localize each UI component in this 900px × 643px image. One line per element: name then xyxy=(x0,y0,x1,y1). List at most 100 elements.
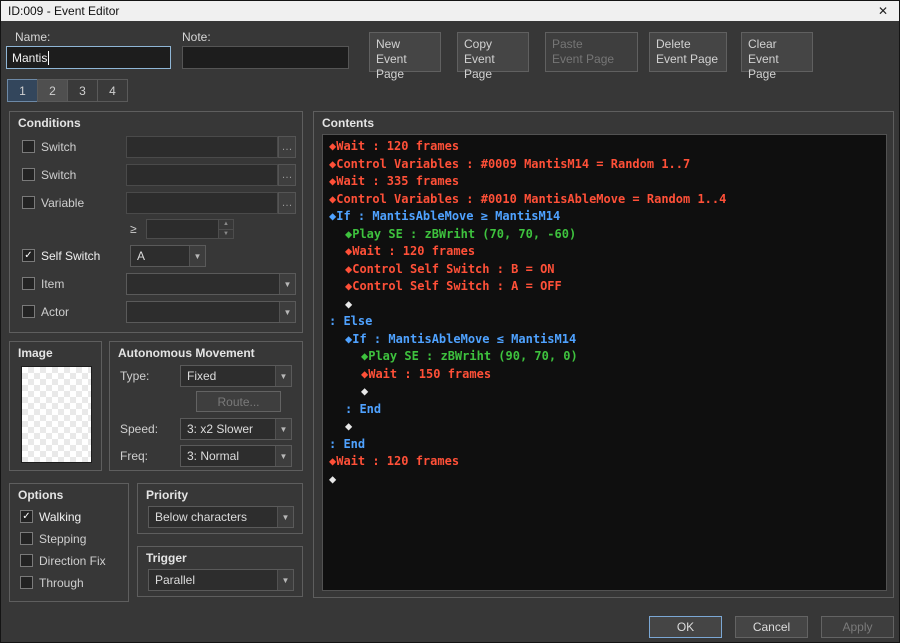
event-command[interactable]: ◆Wait : 120 frames xyxy=(323,138,886,156)
chevron-down-icon: ▼ xyxy=(275,446,291,466)
tab-page-4[interactable]: 4 xyxy=(97,79,128,102)
note-input[interactable] xyxy=(182,46,349,69)
variable-more-button[interactable]: … xyxy=(278,192,296,214)
delete-event-page-button[interactable]: Delete Event Page xyxy=(649,32,727,72)
switch2-checkbox[interactable] xyxy=(22,168,35,181)
condition-switch1-row: Switch … xyxy=(10,136,302,158)
condition-switch2-row: Switch … xyxy=(10,164,302,186)
switch2-more-button[interactable]: … xyxy=(278,164,296,186)
name-input[interactable]: Mantis xyxy=(6,46,171,69)
trigger-select[interactable]: Parallel ▼ xyxy=(148,569,294,591)
walking-label: Walking xyxy=(39,506,81,528)
chevron-down-icon: ▼ xyxy=(279,302,295,322)
route-button[interactable]: Route... xyxy=(196,391,281,412)
trigger-value: Parallel xyxy=(155,573,195,587)
variable-threshold-spinner[interactable]: ▲ ▼ xyxy=(146,219,234,239)
movement-speed-label: Speed: xyxy=(120,418,158,440)
event-command[interactable]: ◆Wait : 150 frames xyxy=(323,366,886,384)
stepping-checkbox[interactable] xyxy=(20,532,33,545)
new-event-page-button[interactable]: New Event Page xyxy=(369,32,441,72)
window-title: ID:009 - Event Editor xyxy=(8,4,119,18)
event-command[interactable]: ◆Wait : 120 frames xyxy=(323,453,886,471)
switch1-checkbox[interactable] xyxy=(22,140,35,153)
item-checkbox[interactable] xyxy=(22,277,35,290)
spin-up-icon[interactable]: ▲ xyxy=(219,220,233,230)
event-command[interactable]: ◆If : MantisAbleMove ≥ MantisM14 xyxy=(323,208,886,226)
spinner-arrows[interactable]: ▲ ▼ xyxy=(218,220,233,238)
ok-button[interactable]: OK xyxy=(649,616,722,638)
event-command[interactable]: ◆Wait : 335 frames xyxy=(323,173,886,191)
button-label-line: Event Page xyxy=(376,52,434,82)
item-select[interactable]: ▼ xyxy=(126,273,296,295)
movement-speed-select[interactable]: 3: x2 Slower ▼ xyxy=(180,418,292,440)
direction-fix-checkbox[interactable] xyxy=(20,554,33,567)
variable-checkbox[interactable] xyxy=(22,196,35,209)
event-command[interactable]: ◆ xyxy=(323,418,886,436)
option-walking-row: ✓ Walking xyxy=(10,506,128,528)
movement-type-select[interactable]: Fixed ▼ xyxy=(180,365,292,387)
movement-freq-value: 3: Normal xyxy=(187,449,239,463)
event-command[interactable]: : Else xyxy=(323,313,886,331)
switch2-value[interactable] xyxy=(126,164,278,186)
event-command[interactable]: ◆Play SE : zBWriht (70, 70, -60) xyxy=(323,226,886,244)
button-label-line: Copy xyxy=(464,37,522,52)
movement-freq-select[interactable]: 3: Normal ▼ xyxy=(180,445,292,467)
switch1-more-button[interactable]: … xyxy=(278,136,296,158)
self-switch-select[interactable]: A ▼ xyxy=(130,245,206,267)
switch1-value[interactable] xyxy=(126,136,278,158)
copy-event-page-button[interactable]: Copy Event Page xyxy=(457,32,529,72)
chevron-down-icon: ▼ xyxy=(277,507,293,527)
chevron-down-icon: ▼ xyxy=(275,419,291,439)
variable-value[interactable] xyxy=(126,192,278,214)
option-direction-fix-row: Direction Fix xyxy=(10,550,128,572)
direction-fix-label: Direction Fix xyxy=(39,550,106,572)
event-command[interactable]: ◆ xyxy=(323,383,886,401)
spin-down-icon[interactable]: ▼ xyxy=(219,230,233,239)
item-label: Item xyxy=(41,273,64,295)
tab-page-2[interactable]: 2 xyxy=(37,79,68,102)
actor-checkbox[interactable] xyxy=(22,305,35,318)
event-command[interactable]: ◆Wait : 120 frames xyxy=(323,243,886,261)
movement-type-value: Fixed xyxy=(187,369,216,383)
priority-group: Priority Below characters ▼ xyxy=(137,483,303,534)
name-label: Name: xyxy=(15,30,50,44)
contents-title: Contents xyxy=(322,116,374,130)
apply-button[interactable]: Apply xyxy=(821,616,894,638)
event-command[interactable]: ◆If : MantisAbleMove ≤ MantisM14 xyxy=(323,331,886,349)
button-label-line: Delete xyxy=(656,37,720,52)
chevron-down-icon: ▼ xyxy=(275,366,291,386)
button-label-line: Event Page xyxy=(656,52,720,67)
actor-select[interactable]: ▼ xyxy=(126,301,296,323)
tab-page-1[interactable]: 1 xyxy=(7,79,38,102)
trigger-group: Trigger Parallel ▼ xyxy=(137,546,303,597)
tab-page-3[interactable]: 3 xyxy=(67,79,98,102)
event-command[interactable]: ◆ xyxy=(323,296,886,314)
trigger-title: Trigger xyxy=(146,551,187,565)
condition-item-row: Item ▼ xyxy=(10,273,302,295)
walking-checkbox[interactable]: ✓ xyxy=(20,510,33,523)
priority-select[interactable]: Below characters ▼ xyxy=(148,506,294,528)
event-command[interactable]: ◆ xyxy=(323,471,886,489)
through-checkbox[interactable] xyxy=(20,576,33,589)
note-label: Note: xyxy=(182,30,211,44)
clear-event-page-button[interactable]: Clear Event Page xyxy=(741,32,813,72)
self-switch-checkbox[interactable]: ✓ xyxy=(22,249,35,262)
event-command[interactable]: ◆Control Self Switch : B = ON xyxy=(323,261,886,279)
event-command[interactable]: ◆Control Variables : #0009 MantisM14 = R… xyxy=(323,156,886,174)
event-command[interactable]: : End xyxy=(323,401,886,419)
event-image-box[interactable] xyxy=(21,366,92,463)
event-command[interactable]: ◆Control Self Switch : A = OFF xyxy=(323,278,886,296)
chevron-down-icon: ▼ xyxy=(189,246,205,266)
close-icon[interactable]: ✕ xyxy=(874,4,892,18)
paste-event-page-button[interactable]: Paste Event Page xyxy=(545,32,638,72)
event-command[interactable]: ◆Play SE : zBWriht (90, 70, 0) xyxy=(323,348,886,366)
movement-type-label: Type: xyxy=(120,365,149,387)
name-value: Mantis xyxy=(12,51,47,65)
image-group: Image xyxy=(9,341,102,471)
cancel-button[interactable]: Cancel xyxy=(735,616,808,638)
priority-title: Priority xyxy=(146,488,188,502)
event-command-list[interactable]: ◆Wait : 120 frames◆Control Variables : #… xyxy=(322,134,887,591)
event-command[interactable]: : End xyxy=(323,436,886,454)
actor-label: Actor xyxy=(41,301,69,323)
event-command[interactable]: ◆Control Variables : #0010 MantisAbleMov… xyxy=(323,191,886,209)
